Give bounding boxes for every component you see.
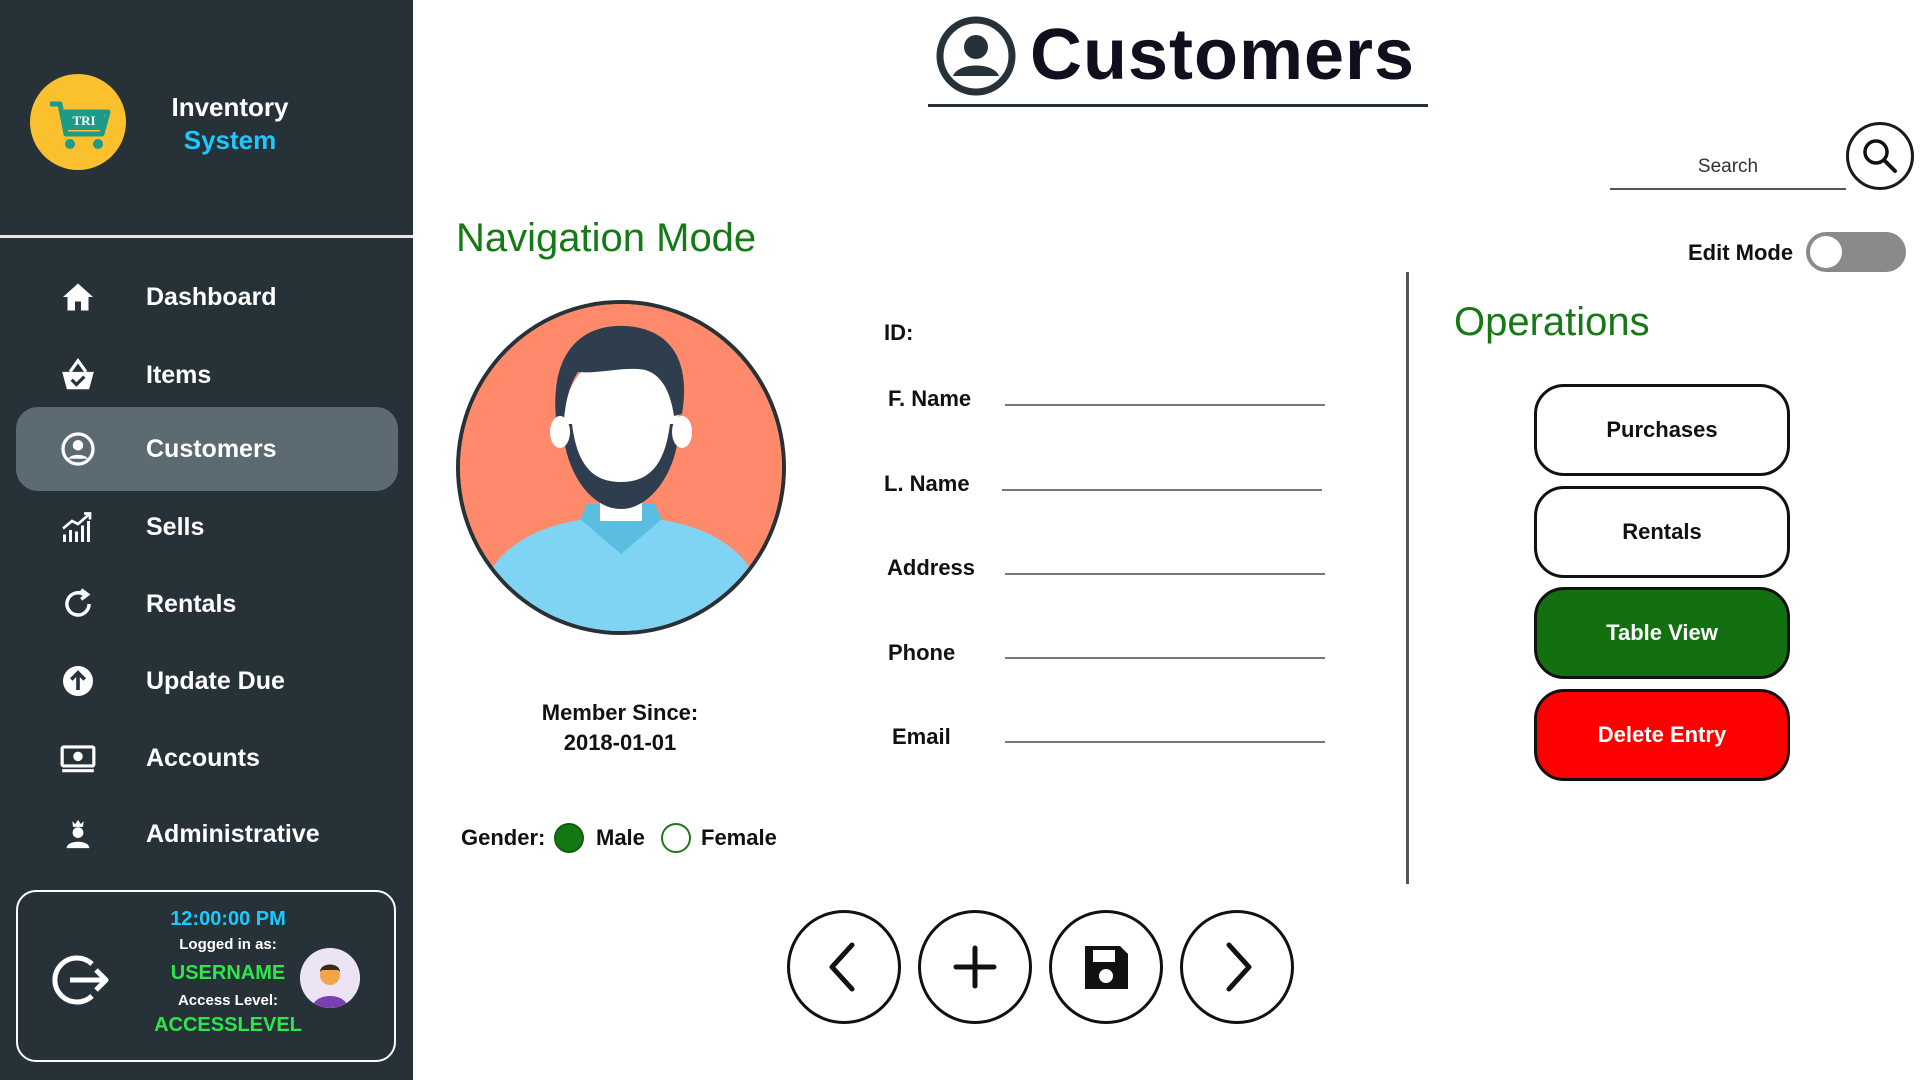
account-circle-icon — [58, 429, 98, 469]
logged-in-label: Logged in as: — [179, 936, 277, 953]
brand-name-line1: Inventory — [171, 92, 289, 122]
cash-icon — [58, 738, 98, 778]
sidebar-item-items[interactable]: Items — [16, 333, 398, 417]
cart-logo-icon: TRI — [30, 74, 126, 170]
vertical-divider — [1406, 272, 1409, 884]
lname-label: L. Name — [884, 471, 970, 496]
sidebar-item-administrative[interactable]: Administrative — [16, 792, 398, 876]
phone-field[interactable] — [1005, 624, 1329, 660]
gender-female-radio[interactable] — [661, 823, 691, 853]
search-input[interactable]: Search — [1610, 156, 1846, 178]
basket-check-icon — [58, 355, 98, 395]
username: USERNAME — [170, 962, 286, 984]
lname-underline — [1002, 489, 1322, 491]
admin-user-icon — [58, 814, 98, 854]
plus-icon — [953, 945, 997, 989]
sidebar-item-label: Sells — [146, 513, 205, 541]
phone-label: Phone — [888, 640, 956, 665]
chart-growth-icon — [58, 507, 98, 547]
sidebar: TRI Inventory System Dashboard Items Cus… — [0, 0, 413, 1080]
save-icon — [1085, 946, 1128, 989]
sidebar-item-customers[interactable]: Customers — [16, 407, 398, 491]
customer-photo — [456, 300, 786, 635]
user-avatar — [300, 948, 360, 1008]
sidebar-item-label: Customers — [146, 435, 277, 463]
account-circle-icon — [936, 16, 1016, 96]
purchases-button[interactable]: Purchases — [1534, 384, 1790, 476]
access-level-value: ACCESSLEVEL — [154, 1014, 302, 1036]
clock-time: 12:00:00 PM — [170, 908, 286, 930]
search-button[interactable] — [1846, 122, 1914, 190]
sidebar-item-label: Update Due — [146, 667, 285, 695]
sidebar-item-accounts[interactable]: Accounts — [16, 716, 398, 800]
sidebar-item-update-due[interactable]: Update Due — [16, 639, 398, 723]
page-header: Customers — [930, 10, 1430, 110]
title-underline — [928, 104, 1428, 107]
brand-name-line2: System — [183, 125, 277, 155]
gender-male-radio[interactable] — [554, 823, 584, 853]
sidebar-divider — [0, 235, 413, 238]
operations-title: Operations — [1454, 300, 1650, 344]
id-value — [930, 312, 1230, 346]
gender-female-label: Female — [701, 825, 777, 850]
mode-title: Navigation Mode — [456, 216, 757, 260]
session-status-panel: 12:00:00 PM Logged in as: USERNAME Acces… — [16, 890, 396, 1062]
home-icon — [58, 277, 98, 317]
chevron-left-icon — [829, 942, 855, 992]
previous-record-button[interactable] — [787, 910, 901, 1024]
save-record-button[interactable] — [1049, 910, 1163, 1024]
edit-mode-label: Edit Mode — [1688, 240, 1794, 265]
table-view-button[interactable]: Table View — [1534, 587, 1790, 679]
chevron-right-icon — [1226, 942, 1252, 992]
sidebar-item-sells[interactable]: Sells — [16, 485, 398, 569]
delete-entry-button[interactable]: Delete Entry — [1534, 689, 1790, 781]
email-label: Email — [892, 724, 951, 749]
page-title: Customers — [1030, 15, 1416, 95]
search-icon — [1863, 139, 1897, 173]
arrow-up-circle-icon — [58, 661, 98, 701]
fname-field[interactable] — [1005, 372, 1329, 408]
sidebar-item-dashboard[interactable]: Dashboard — [16, 255, 398, 339]
email-underline — [1005, 741, 1325, 743]
refresh-icon — [58, 584, 98, 624]
svg-text:TRI: TRI — [72, 113, 95, 128]
sidebar-item-label: Rentals — [146, 590, 237, 618]
fname-underline — [1005, 404, 1325, 406]
member-since-date: 2018-01-01 — [563, 730, 677, 755]
address-field[interactable] — [1005, 540, 1329, 576]
rentals-button[interactable]: Rentals — [1534, 486, 1790, 578]
address-underline — [1005, 573, 1325, 575]
brand-header: TRI Inventory System — [0, 0, 413, 236]
toggle-knob — [1810, 236, 1842, 268]
sidebar-item-label: Accounts — [146, 744, 260, 772]
gender-male-label: Male — [596, 825, 645, 850]
next-record-button[interactable] — [1180, 910, 1294, 1024]
member-since-label: Member Since: — [541, 700, 699, 725]
add-record-button[interactable] — [918, 910, 1032, 1024]
logout-icon[interactable] — [48, 950, 112, 1010]
lname-field[interactable] — [1002, 456, 1326, 492]
gender-label: Gender: — [461, 825, 546, 850]
sidebar-item-label: Administrative — [146, 820, 320, 848]
email-field[interactable] — [1005, 708, 1329, 744]
sidebar-item-rentals[interactable]: Rentals — [16, 562, 398, 646]
phone-underline — [1005, 657, 1325, 659]
sidebar-item-label: Dashboard — [146, 283, 277, 311]
person-avatar-icon — [460, 304, 782, 631]
access-level-label: Access Level: — [177, 992, 279, 1009]
edit-mode-toggle[interactable] — [1806, 232, 1906, 272]
address-label: Address — [887, 555, 976, 580]
id-label: ID: — [884, 320, 914, 345]
sidebar-item-label: Items — [146, 361, 212, 389]
fname-label: F. Name — [888, 386, 972, 411]
search-underline — [1610, 188, 1846, 190]
